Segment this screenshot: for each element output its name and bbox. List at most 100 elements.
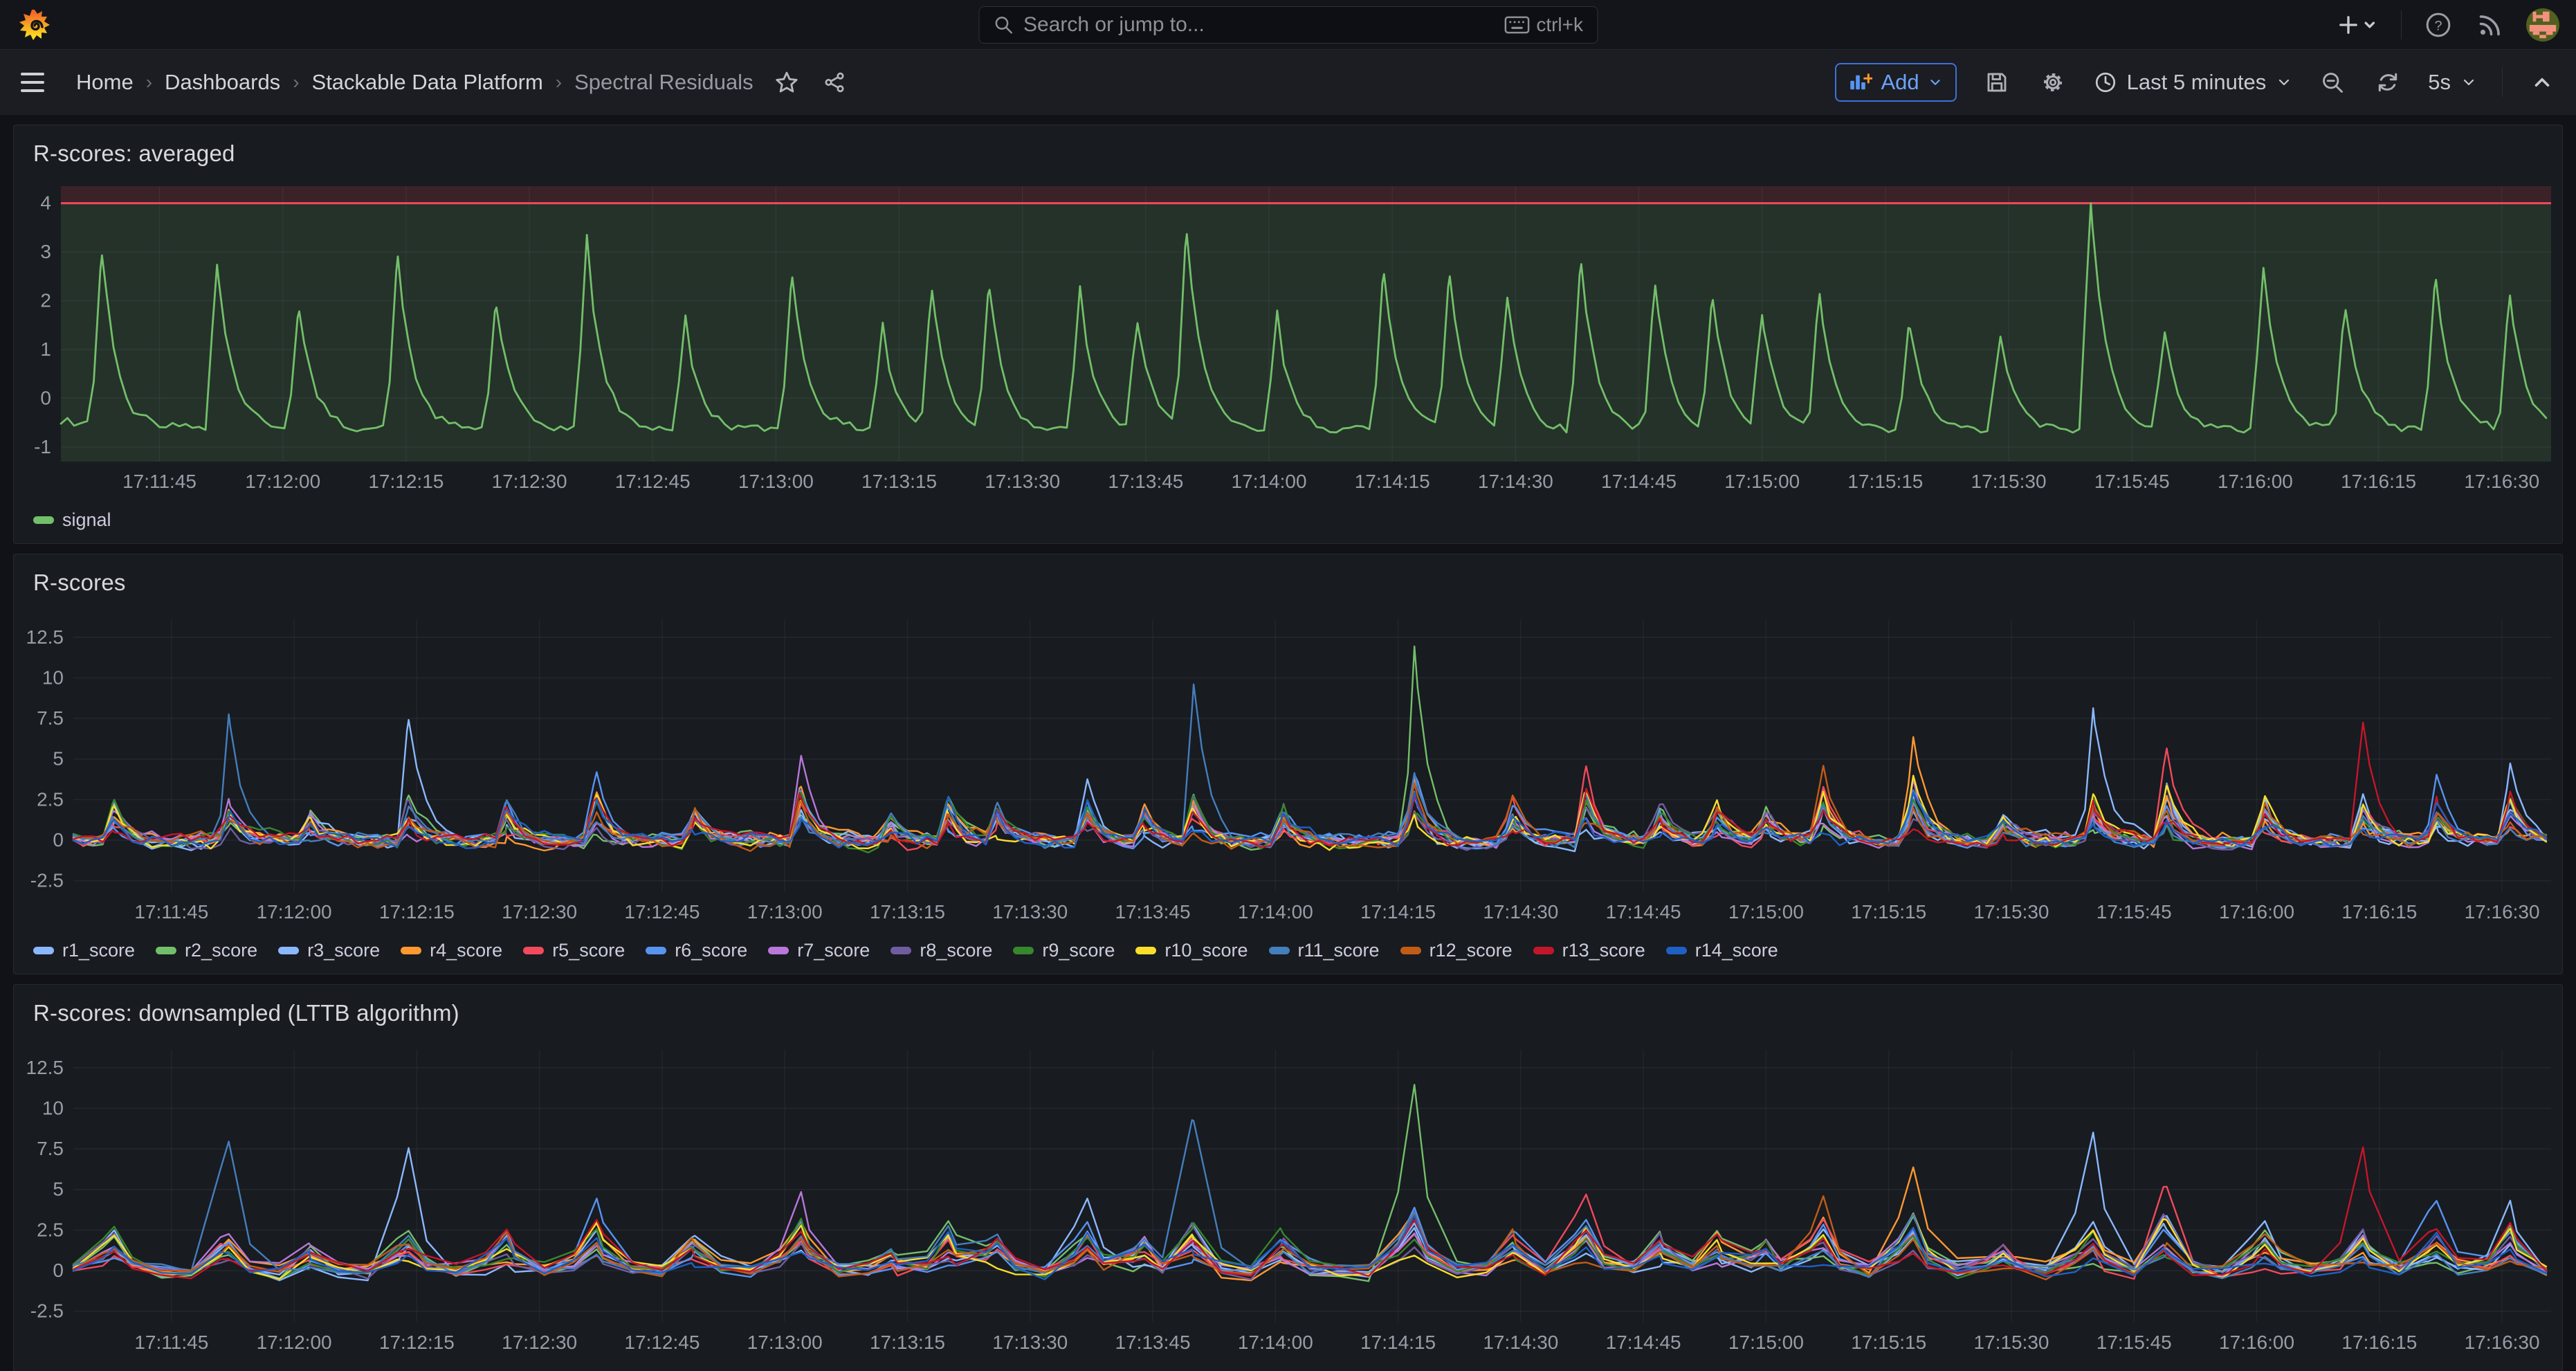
svg-text:?: ? [2434,18,2442,33]
legend-item-r13_score[interactable]: r13_score [1533,940,1645,961]
y-tick-label: 0 [53,829,64,851]
share-button[interactable] [820,68,849,97]
legend-item-r5_score[interactable]: r5_score [523,940,625,961]
panel-rscores: R-scores 12.5107.552.50-2.517:11:4517:12… [13,554,2563,974]
legend-item-r8_score[interactable]: r8_score [890,940,992,961]
x-tick-label: 17:14:30 [1483,901,1558,923]
global-search-box[interactable]: ctrl+k [978,6,1598,44]
x-tick-label: 17:13:15 [870,1332,945,1353]
x-tick-label: 17:15:00 [1728,901,1804,923]
legend-item-r1_score[interactable]: r1_score [33,940,135,961]
legend-item-r12_score[interactable]: r12_score [1400,940,1513,961]
x-tick-label: 17:16:15 [2341,1332,2417,1353]
new-button[interactable] [2336,10,2380,40]
grafana-logo[interactable] [18,8,51,42]
x-tick-label: 17:13:30 [985,471,1060,492]
dashboard-settings-button[interactable] [2037,66,2069,98]
legend-item-r2_score[interactable]: r2_score [156,940,257,961]
rss-icon [2478,12,2503,37]
threshold-region-above [61,186,2551,203]
star-icon [774,70,799,95]
legend-item-r7_score[interactable]: r7_score [768,940,870,961]
y-tick-label: 7.5 [37,1138,64,1159]
legend-label: r2_score [185,940,257,961]
time-range-picker[interactable]: Last 5 minutes [2094,70,2293,95]
save-dashboard-button[interactable] [1982,67,2012,98]
legend-item-r4_score[interactable]: r4_score [401,940,502,961]
save-icon [1984,70,2009,95]
add-panel-button[interactable]: Add [1835,63,1956,102]
chevron-down-icon [1928,75,1943,90]
legend-swatch [523,947,544,954]
x-tick-label: 17:14:30 [1483,1332,1558,1353]
x-tick-label: 17:12:45 [624,1332,700,1353]
legend-swatch [1533,947,1554,954]
legend: r1_score r2_score r3_score r4_score r5_score… [14,933,2562,974]
breadcrumb-separator: › [146,71,152,93]
refresh-button[interactable] [2373,67,2403,98]
breadcrumb-home[interactable]: Home [76,70,134,95]
chart-rscores[interactable]: 12.5107.552.50-2.517:11:4517:12:0017:12:… [14,604,2562,929]
legend-label: signal [62,509,111,531]
x-tick-label: 17:14:00 [1238,1332,1313,1353]
legend-label: r1_score [62,940,135,961]
x-tick-label: 17:13:00 [738,471,814,492]
x-tick-label: 17:16:30 [2465,901,2540,923]
x-tick-label: 17:13:00 [747,1332,823,1353]
panel-title[interactable]: R-scores [14,554,2562,604]
menu-toggle-button[interactable] [21,66,53,98]
time-range-label: Last 5 minutes [2127,70,2267,95]
breadcrumb-folder[interactable]: Stackable Data Platform [312,70,543,95]
collapse-toolbar-button[interactable] [2528,68,2557,97]
search-input[interactable] [1023,13,1495,37]
x-tick-label: 17:14:00 [1238,901,1313,923]
x-tick-label: 17:12:45 [624,901,700,923]
search-shortcut: ctrl+k [1504,14,1583,36]
refresh-interval-picker[interactable]: 5s [2428,70,2477,95]
favorite-button[interactable] [771,67,802,98]
help-button[interactable]: ? [2422,9,2454,41]
legend-swatch [768,947,789,954]
x-tick-label: 17:15:00 [1724,471,1800,492]
chart-rscores-averaged[interactable]: 43210-117:11:4517:12:0017:12:1517:12:301… [14,175,2562,499]
panel-title[interactable]: R-scores: downsampled (LTTB algorithm) [14,985,2562,1035]
legend-swatch [1666,947,1687,954]
x-tick-label: 17:13:15 [861,471,937,492]
x-tick-label: 17:14:15 [1360,901,1436,923]
chart-rscores-downsampled[interactable]: 12.5107.552.50-2.517:11:4517:12:0017:12:… [14,1035,2562,1360]
x-tick-label: 17:12:15 [379,1332,455,1353]
x-tick-label: 17:13:00 [747,901,823,923]
y-tick-label: 1 [40,338,51,360]
legend-swatch [1013,947,1034,954]
legend-label: r9_score [1042,940,1115,961]
clock-icon [2094,71,2117,94]
legend-item-r11_score[interactable]: r11_score [1269,940,1380,961]
x-tick-label: 17:16:30 [2465,1332,2540,1353]
x-tick-label: 17:16:00 [2219,901,2294,923]
add-button-label: Add [1881,70,1919,95]
x-tick-label: 17:12:30 [492,471,567,492]
x-tick-label: 17:15:45 [2097,1332,2172,1353]
legend-item-r14_score[interactable]: r14_score [1666,940,1778,961]
panel-title[interactable]: R-scores: averaged [14,125,2562,175]
legend-item-r9_score[interactable]: r9_score [1013,940,1115,961]
keyboard-icon [1504,15,1529,35]
y-tick-label: -2.5 [30,1300,64,1322]
news-button[interactable] [2475,10,2505,40]
legend-item-signal[interactable]: signal [33,509,111,531]
x-tick-label: 17:14:45 [1606,1332,1681,1353]
breadcrumb-dashboards[interactable]: Dashboards [165,70,280,95]
zoom-out-time-button[interactable] [2317,67,2348,98]
x-tick-label: 17:11:45 [134,901,208,923]
legend-item-r3_score[interactable]: r3_score [278,940,380,961]
legend-swatch [1269,947,1290,954]
legend-item-r10_score[interactable]: r10_score [1135,940,1248,961]
legend-item-r6_score[interactable]: r6_score [646,940,747,961]
x-tick-label: 17:16:15 [2341,901,2417,923]
user-avatar[interactable] [2526,8,2559,42]
x-tick-label: 17:12:00 [257,1332,332,1353]
x-tick-label: 17:16:30 [2464,471,2539,492]
y-tick-label: 5 [53,1179,64,1200]
refresh-icon [2375,70,2400,95]
legend-label: r4_score [430,940,502,961]
